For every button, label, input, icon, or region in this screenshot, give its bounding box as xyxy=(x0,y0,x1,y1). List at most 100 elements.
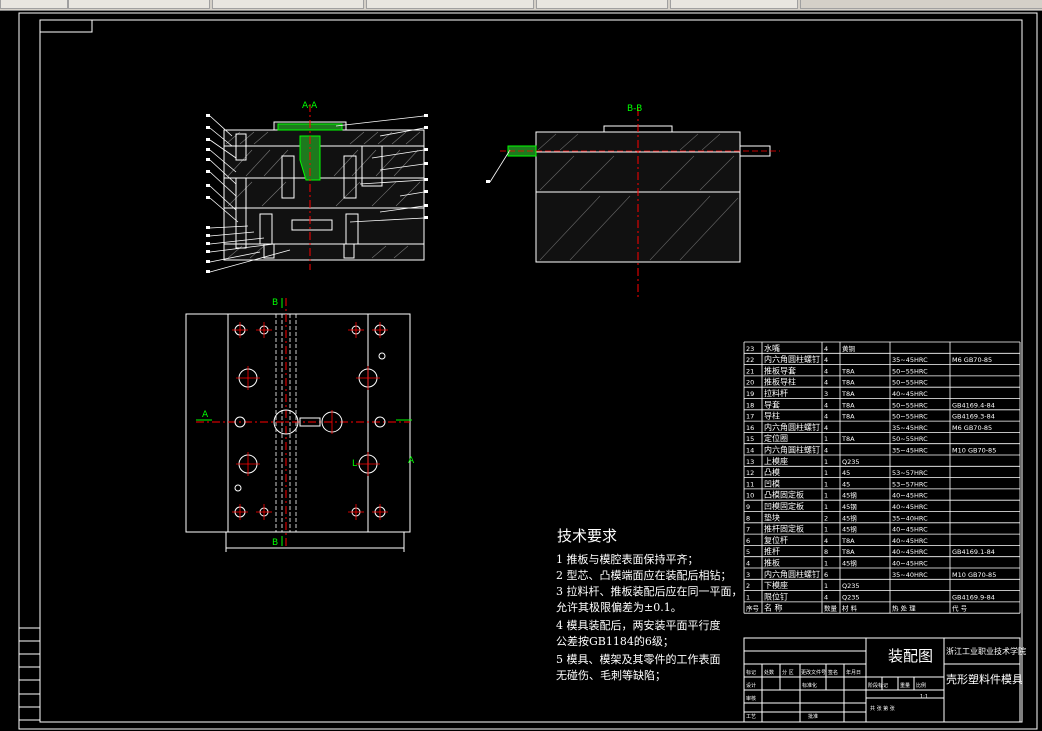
bom-cell: 3 xyxy=(824,390,828,398)
bom-cell: 1 xyxy=(824,526,828,534)
bom-cell: 推杆 xyxy=(764,546,780,556)
bom-header-cell: 数量 xyxy=(824,604,838,613)
toolbar-tab[interactable] xyxy=(212,0,364,9)
bom-cell: 10 xyxy=(746,492,754,500)
bom-cell: 53~57HRC xyxy=(892,480,928,488)
bom-cell: 上模座 xyxy=(764,456,788,466)
bom-cell: 40~45HRC xyxy=(892,492,928,500)
bom-cell: 50~55HRC xyxy=(892,401,928,409)
toolbar-tab[interactable] xyxy=(68,0,210,9)
bom-cell: 垫块 xyxy=(764,512,780,522)
bom-cell: 45 xyxy=(842,469,850,477)
bom-cell: 11 xyxy=(746,480,754,488)
cad-drawing-canvas[interactable]: A-A B-B B B A A L 23 水嘴 4 黄铜22 内六角圆柱螺钉 4… xyxy=(0,10,1042,731)
bom-cell: 12 xyxy=(746,469,754,477)
plan-view xyxy=(185,298,412,552)
bom-cell: 推板导柱 xyxy=(764,377,796,387)
bom-cell: 45钢 xyxy=(842,503,857,511)
toolbar-tab[interactable] xyxy=(536,0,668,9)
cavity-plate xyxy=(223,145,425,179)
bom-cell: 35~45HRC xyxy=(892,447,928,455)
bom-cell: 17 xyxy=(746,413,754,421)
bom-cell: 35~45HRC xyxy=(892,356,928,364)
bom-cell: 50~55HRC xyxy=(892,435,928,443)
bom-cell: T8A xyxy=(841,413,855,421)
bom-cell: 内六角圆柱螺钉 xyxy=(764,354,820,364)
toolbar-tab[interactable] xyxy=(0,0,68,9)
bom-cell: 水嘴 xyxy=(764,343,780,353)
tech-item-2: 2 型芯、凸模端面应在装配后相钻； xyxy=(556,569,732,582)
bom-header-cell: 名 称 xyxy=(764,603,783,613)
bom-cell: 凸模 xyxy=(764,467,780,477)
bom-cell: 复位杆 xyxy=(764,535,788,545)
bom-cell: 内六角圆柱螺钉 xyxy=(764,569,820,579)
tb-label-change: 更改文件号 xyxy=(801,669,826,676)
section-mark-a-left: A xyxy=(202,410,209,420)
bom-cell: 4 xyxy=(824,345,828,353)
bom-cell: 4 xyxy=(824,401,828,409)
tech-item-3: 3 拉料杆、推板装配后应在同一平面， xyxy=(556,585,743,598)
section-mark-l: L xyxy=(352,459,357,469)
bom-cell: T8A xyxy=(841,537,855,545)
bom-cell: 45钢 xyxy=(842,526,857,534)
bom-cell: M10 GB70-85 xyxy=(952,571,996,579)
bom-cell: 拉料杆 xyxy=(764,388,788,398)
tb-label-design: 设计 xyxy=(746,682,756,689)
bom-cell: GB4169.4-84 xyxy=(952,401,995,409)
bom-cell: 黄铜 xyxy=(842,344,856,353)
tech-item-5: 5 模具、模架及其零件的工作表面 xyxy=(556,653,721,666)
bom-cell: T8A xyxy=(841,390,855,398)
bom-cell: 2 xyxy=(746,582,750,590)
toolbar-tab[interactable] xyxy=(800,0,1042,9)
bom-header-cell: 材 料 xyxy=(842,604,858,613)
bom-cell: 4 xyxy=(824,447,828,455)
bom-cell: 40~45HRC xyxy=(892,503,928,511)
bom-header-cell: 热 处 理 xyxy=(892,604,916,613)
bom-cell: M10 GB70-85 xyxy=(952,447,996,455)
bom-cell: 21 xyxy=(746,367,754,375)
left-strip-table xyxy=(18,627,41,721)
top-clamp-plate xyxy=(223,129,425,147)
tech-item-3b: 允许其极限偏差为±0.1。 xyxy=(556,601,682,614)
bom-cell: Q235 xyxy=(842,582,860,590)
bom-cell: 4 xyxy=(746,560,750,568)
tb-label-stage: 阶段标记 xyxy=(868,682,888,689)
tb-label-date: 年月日 xyxy=(846,669,861,676)
bom-header-cell: 代 号 xyxy=(952,604,968,613)
tb-label-scale: 比例 xyxy=(916,682,926,689)
bom-cell: 20 xyxy=(746,379,754,387)
toolbar-tab[interactable] xyxy=(670,0,798,9)
corner-box xyxy=(39,19,93,33)
bom-cell: 8 xyxy=(746,514,750,522)
bom-cell: 40~45HRC xyxy=(892,537,928,545)
bom-cell: 1 xyxy=(824,480,828,488)
bom-cell: 6 xyxy=(824,571,828,579)
bom-cell: 4 xyxy=(824,367,828,375)
bom-cell: 1 xyxy=(824,560,828,568)
tb-label-zone: 分 区 xyxy=(782,669,794,676)
bom-cell: 推杆固定板 xyxy=(764,524,804,534)
tech-item-5b: 无碰伤、毛刺等缺陷； xyxy=(556,669,666,682)
section-label-bb: B-B xyxy=(627,104,642,114)
bom-cell: 凹模固定板 xyxy=(764,501,804,511)
bom-cell: 35~45HRC xyxy=(892,424,928,432)
section-mark-b-bottom: B xyxy=(272,538,278,548)
toolbar-tab[interactable] xyxy=(366,0,534,9)
tb-label-weight: 重量 xyxy=(900,682,910,689)
bom-header-cell: 序号 xyxy=(746,604,760,613)
bom-cell: 1 xyxy=(824,582,828,590)
section-mark-b-top: B xyxy=(272,298,278,308)
bom-cell: 53~57HRC xyxy=(892,469,928,477)
product-name: 壳形塑料件模具 xyxy=(946,672,1023,686)
bom-cell: 推板导套 xyxy=(764,365,796,375)
bom-cell: GB4169.9-84 xyxy=(952,593,995,601)
bom-cell: 4 xyxy=(824,379,828,387)
bom-cell: T8A xyxy=(841,401,855,409)
bom-cell: 18 xyxy=(746,401,754,409)
bom-cell: 45钢 xyxy=(842,492,857,500)
bom-cell: 2 xyxy=(824,514,828,522)
bom-cell: 3 xyxy=(746,571,750,579)
tb-label-approve: 批准 xyxy=(808,713,818,720)
bom-cell: M6 GB70-85 xyxy=(952,356,992,364)
tb-label-std: 标准化 xyxy=(802,682,817,689)
